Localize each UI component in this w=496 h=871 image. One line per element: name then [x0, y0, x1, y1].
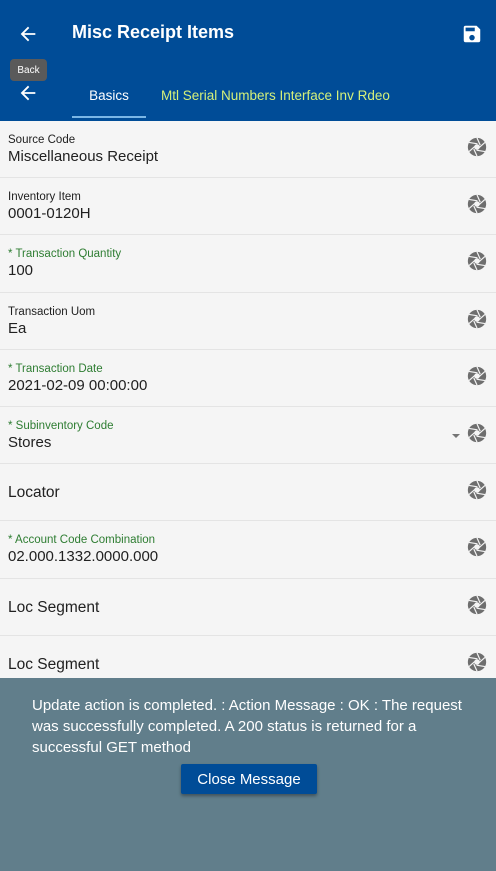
field-placeholder: Locator — [8, 484, 60, 502]
field-transaction-date[interactable]: * Transaction Date 2021-02-09 00:00:00 — [0, 350, 496, 407]
tab-basics[interactable]: Basics — [72, 72, 146, 118]
field-transaction-uom[interactable]: Transaction Uom Ea — [0, 293, 496, 350]
aperture-icon[interactable] — [466, 536, 488, 558]
field-inventory-item[interactable]: Inventory Item 0001-0120H — [0, 178, 496, 236]
field-value: 0001-0120H — [8, 205, 91, 223]
app-bar: Misc Receipt Items Back Basics Mtl Seria… — [0, 0, 496, 121]
aperture-icon[interactable] — [466, 422, 488, 444]
tab-mtl-serial-numbers[interactable]: Mtl Serial Numbers Interface Inv Rdeo — [161, 72, 390, 118]
field-label: * Subinventory Code — [8, 419, 114, 432]
field-value: Miscellaneous Receipt — [8, 148, 159, 165]
caret-down-icon[interactable] — [452, 433, 460, 439]
field-loc-segment[interactable]: Loc Segment — [0, 579, 496, 636]
form-fields: Source Code Miscellaneous Receipt Invent… — [0, 121, 496, 693]
aperture-icon[interactable] — [466, 594, 488, 616]
aperture-icon[interactable] — [466, 308, 488, 330]
tab-mtl-serial-numbers-label: Mtl Serial Numbers Interface Inv Rdeo — [161, 87, 390, 103]
page-title: Misc Receipt Items — [72, 22, 235, 42]
arrow-left-icon — [20, 85, 36, 101]
field-source-code[interactable]: Source Code Miscellaneous Receipt — [0, 121, 496, 179]
field-label: Transaction Uom — [8, 305, 96, 318]
field-label: Inventory Item — [8, 191, 81, 204]
field-value: Ea — [8, 319, 27, 337]
field-placeholder: Loc Segment — [8, 655, 100, 673]
field-label: * Transaction Quantity — [8, 248, 122, 261]
field-label: * Account Code Combination — [8, 534, 156, 547]
close-message-button[interactable]: Close Message — [181, 764, 317, 794]
aperture-icon[interactable] — [466, 193, 488, 215]
field-value: 2021-02-09 00:00:00 — [8, 376, 148, 394]
tab-basics-label: Basics — [89, 87, 129, 103]
field-label: * Transaction Date — [8, 362, 103, 375]
save-icon — [463, 25, 481, 43]
arrow-left-icon — [20, 26, 36, 42]
aperture-icon[interactable] — [466, 479, 488, 501]
back-tooltip: Back — [10, 59, 47, 81]
field-subinventory-code[interactable]: * Subinventory Code Stores — [0, 407, 496, 465]
field-placeholder: Loc Segment — [8, 598, 100, 616]
field-value: 02.000.1332.0000.000 — [8, 548, 159, 566]
save-button[interactable] — [454, 16, 490, 52]
field-locator[interactable]: Locator — [0, 464, 496, 522]
field-value: Stores — [8, 433, 52, 451]
aperture-icon[interactable] — [466, 365, 488, 387]
aperture-icon[interactable] — [466, 651, 488, 673]
field-label: Source Code — [8, 134, 76, 146]
field-account-code-combination[interactable]: * Account Code Combination 02.000.1332.0… — [0, 521, 496, 579]
active-tab-indicator — [72, 116, 146, 118]
aperture-icon[interactable] — [466, 136, 488, 158]
field-value: 100 — [8, 262, 34, 280]
aperture-icon[interactable] — [466, 250, 488, 272]
message-panel: Update action is completed. : Action Mes… — [0, 678, 496, 871]
back-button[interactable] — [10, 16, 46, 52]
message-text: Update action is completed. : Action Mes… — [32, 697, 462, 756]
field-transaction-quantity[interactable]: * Transaction Quantity 100 — [0, 235, 496, 293]
